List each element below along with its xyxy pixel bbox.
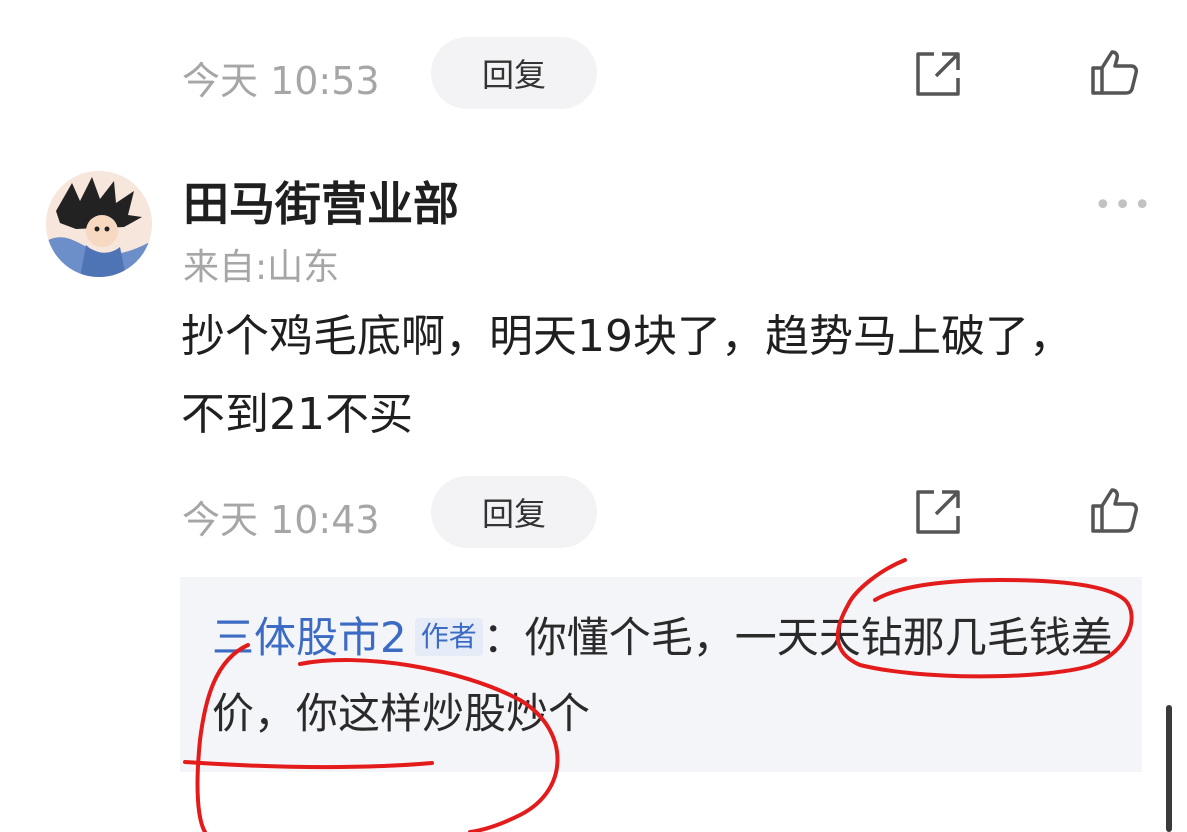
like-icon[interactable] xyxy=(1088,484,1140,536)
comment-time: 今天 10:43 xyxy=(182,498,380,542)
like-icon[interactable] xyxy=(1088,46,1140,98)
previous-comment-time: 今天 10:53 xyxy=(182,59,380,103)
reply-content: 三体股市2 作者 ：你懂个毛，一天天钻那几毛钱差价，你这样炒股炒个 xyxy=(212,600,1132,752)
avatar[interactable] xyxy=(46,171,152,277)
reply-button[interactable]: 回复 xyxy=(431,476,597,548)
share-icon[interactable] xyxy=(912,486,964,538)
comment-username[interactable]: 田马街营业部 xyxy=(183,168,459,234)
reply-separator: ： xyxy=(482,613,525,662)
author-badge: 作者 xyxy=(414,618,483,656)
comment-text: 抄个鸡毛底啊，明天19块了，趋势马上破了，不到21不买 xyxy=(181,311,1073,440)
reply-author[interactable]: 三体股市2 xyxy=(212,613,407,662)
comment-location: 来自:山东 xyxy=(183,247,340,288)
comment-thread: 今天 10:53 回复 田马街营业部 来自:山东 ••• 抄个鸡毛底啊，明天19… xyxy=(0,0,1187,832)
share-icon[interactable] xyxy=(912,48,964,100)
more-icon[interactable]: ••• xyxy=(1094,188,1153,223)
previous-reply-button[interactable]: 回复 xyxy=(431,37,597,109)
scrollbar[interactable] xyxy=(1166,705,1172,832)
